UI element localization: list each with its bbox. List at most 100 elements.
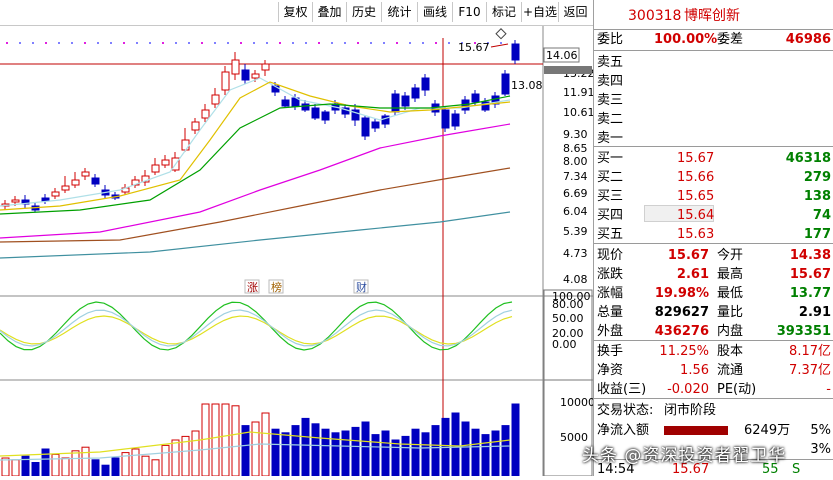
trade-status-value: 闭市阶段 bbox=[664, 403, 717, 418]
volume-bar bbox=[111, 457, 120, 477]
marker-dot bbox=[162, 42, 164, 44]
marker-dot bbox=[6, 42, 8, 44]
price-axis-label: 4.73 bbox=[563, 247, 588, 260]
ask-label: 卖二 bbox=[597, 112, 624, 127]
stat-row: 总量 829627 量比 2.91 bbox=[594, 303, 833, 322]
volume-bar bbox=[281, 432, 290, 477]
trade-status-row: 交易状态: 闭市阶段 bbox=[594, 401, 833, 420]
back-button[interactable]: 返回 bbox=[558, 2, 592, 22]
marker-dot bbox=[357, 42, 359, 44]
stat2-label: 换手 bbox=[597, 344, 624, 359]
bid-label: 买二 bbox=[597, 170, 624, 185]
watermark-text: 头条 @资深投资者翟卫华 bbox=[582, 446, 787, 466]
stat2-row: 净资 1.56 流通 7.37亿 bbox=[594, 361, 833, 380]
volume-bar bbox=[141, 455, 150, 477]
candle-body bbox=[61, 185, 70, 191]
bid-volume: 46318 bbox=[785, 151, 831, 166]
marker-dot bbox=[214, 42, 216, 44]
stat-value-2: 15.67 bbox=[789, 267, 831, 282]
volume-bar bbox=[251, 421, 260, 477]
volume-bar bbox=[271, 428, 280, 477]
fuquan-button[interactable]: 复权 bbox=[278, 2, 312, 22]
marker-dot bbox=[149, 42, 151, 44]
stat2-row: 换手 11.25% 股本 8.17亿 bbox=[594, 342, 833, 361]
candle-body bbox=[221, 71, 230, 91]
stat-label: 涨幅 bbox=[597, 286, 624, 301]
huaxian-button[interactable]: 画线 bbox=[417, 2, 452, 22]
volume-bar bbox=[71, 450, 80, 477]
weibi-row: 委比 100.00% 委差 46986 bbox=[594, 30, 833, 49]
stat-row: 涨跌 2.61 最高 15.67 bbox=[594, 265, 833, 284]
volume-bar bbox=[491, 430, 500, 477]
event-badge: 涨 bbox=[247, 281, 258, 294]
kline-chart-svg[interactable]: 14.0613.2211.9110.619.308.658.007.346.69… bbox=[0, 0, 595, 477]
volume-bar bbox=[61, 457, 70, 477]
f10-button[interactable]: F10 bbox=[452, 2, 486, 22]
stat-value-2: 14.38 bbox=[789, 248, 831, 263]
bid-row: 买五 15.63 177 bbox=[594, 225, 833, 244]
netflow-row2-pct: 3% bbox=[810, 442, 831, 457]
candle-body bbox=[441, 109, 450, 129]
price-axis-label: 14.06 bbox=[546, 49, 578, 62]
marker-dot bbox=[279, 42, 281, 44]
volume-bar bbox=[191, 430, 200, 477]
bid-volume: 74 bbox=[812, 208, 831, 223]
kline-chart-area[interactable]: 14.0613.2211.9110.619.308.658.007.346.69… bbox=[0, 0, 595, 477]
tick-flag: S bbox=[792, 462, 801, 477]
volume-bar bbox=[451, 412, 460, 477]
volume-bar bbox=[461, 421, 470, 477]
tongji-button[interactable]: 统计 bbox=[381, 2, 417, 22]
chart-toolbar: 复权 叠加 历史 统计 画线 F10 标记 +自选 返回 bbox=[0, 0, 593, 26]
volume-bar bbox=[221, 403, 230, 477]
stat2-label-2: 股本 bbox=[717, 344, 744, 359]
add-watchlist-button[interactable]: +自选 bbox=[521, 2, 558, 22]
marker-dot bbox=[396, 42, 398, 44]
weicha-label: 委差 bbox=[717, 32, 744, 47]
candle-body bbox=[161, 159, 170, 166]
volume-bar bbox=[421, 432, 430, 477]
stat2-value-2: 8.17亿 bbox=[789, 344, 831, 359]
candle-body bbox=[451, 113, 460, 127]
stat-value: 829627 bbox=[654, 305, 709, 320]
marker-dot bbox=[188, 42, 190, 44]
stat2-value-2: 7.37亿 bbox=[789, 363, 831, 378]
bid-row: 买四 15.64 74 bbox=[594, 206, 833, 225]
volume-axis-label: 10000 bbox=[560, 396, 593, 409]
marker-dot bbox=[409, 42, 411, 44]
stock-name: 博晖创新 bbox=[684, 8, 740, 24]
bid-price: 15.66 bbox=[677, 170, 715, 185]
stat-row: 外盘 436276 内盘 393351 bbox=[594, 322, 833, 341]
price-axis-label: 11.91 bbox=[563, 86, 593, 99]
indicator-axis-label: 50.00 bbox=[552, 312, 584, 325]
marker-dot bbox=[344, 42, 346, 44]
volume-bar bbox=[411, 428, 420, 477]
marker-dot bbox=[227, 42, 229, 44]
event-badge: 榜 bbox=[271, 280, 282, 294]
ask-row: 卖二 bbox=[594, 110, 833, 129]
volume-bar bbox=[311, 423, 320, 477]
marker-dot bbox=[318, 42, 320, 44]
marker-dot bbox=[84, 42, 86, 44]
stat-label-2: 量比 bbox=[717, 305, 744, 320]
bid-row: 买二 15.66 279 bbox=[594, 168, 833, 187]
volume-bar bbox=[431, 425, 440, 477]
lishi-button[interactable]: 历史 bbox=[346, 2, 381, 22]
bid-label: 买四 bbox=[597, 208, 624, 223]
volume-bar bbox=[481, 434, 490, 477]
ask-label: 卖四 bbox=[597, 74, 624, 89]
marker-dot bbox=[266, 42, 268, 44]
volume-bar bbox=[131, 448, 140, 477]
stat-label: 外盘 bbox=[597, 324, 624, 339]
stat-label-2: 内盘 bbox=[717, 324, 744, 339]
diejia-button[interactable]: 叠加 bbox=[312, 2, 346, 22]
stat2-label: 净资 bbox=[597, 363, 624, 378]
netflow-label: 净流入额 bbox=[597, 423, 650, 438]
quote-panel: 300318 博晖创新 委比 100.00% 委差 46986 卖五 卖四 卖三 卖二… bbox=[593, 0, 833, 477]
candle-body bbox=[421, 77, 430, 91]
bid-label: 买一 bbox=[597, 151, 624, 166]
biaoji-button[interactable]: 标记 bbox=[486, 2, 521, 22]
weibi-label: 委比 bbox=[597, 32, 624, 47]
marker-dot bbox=[370, 42, 372, 44]
stock-code: 300318 bbox=[628, 8, 682, 24]
bid-price: 15.67 bbox=[677, 151, 715, 166]
